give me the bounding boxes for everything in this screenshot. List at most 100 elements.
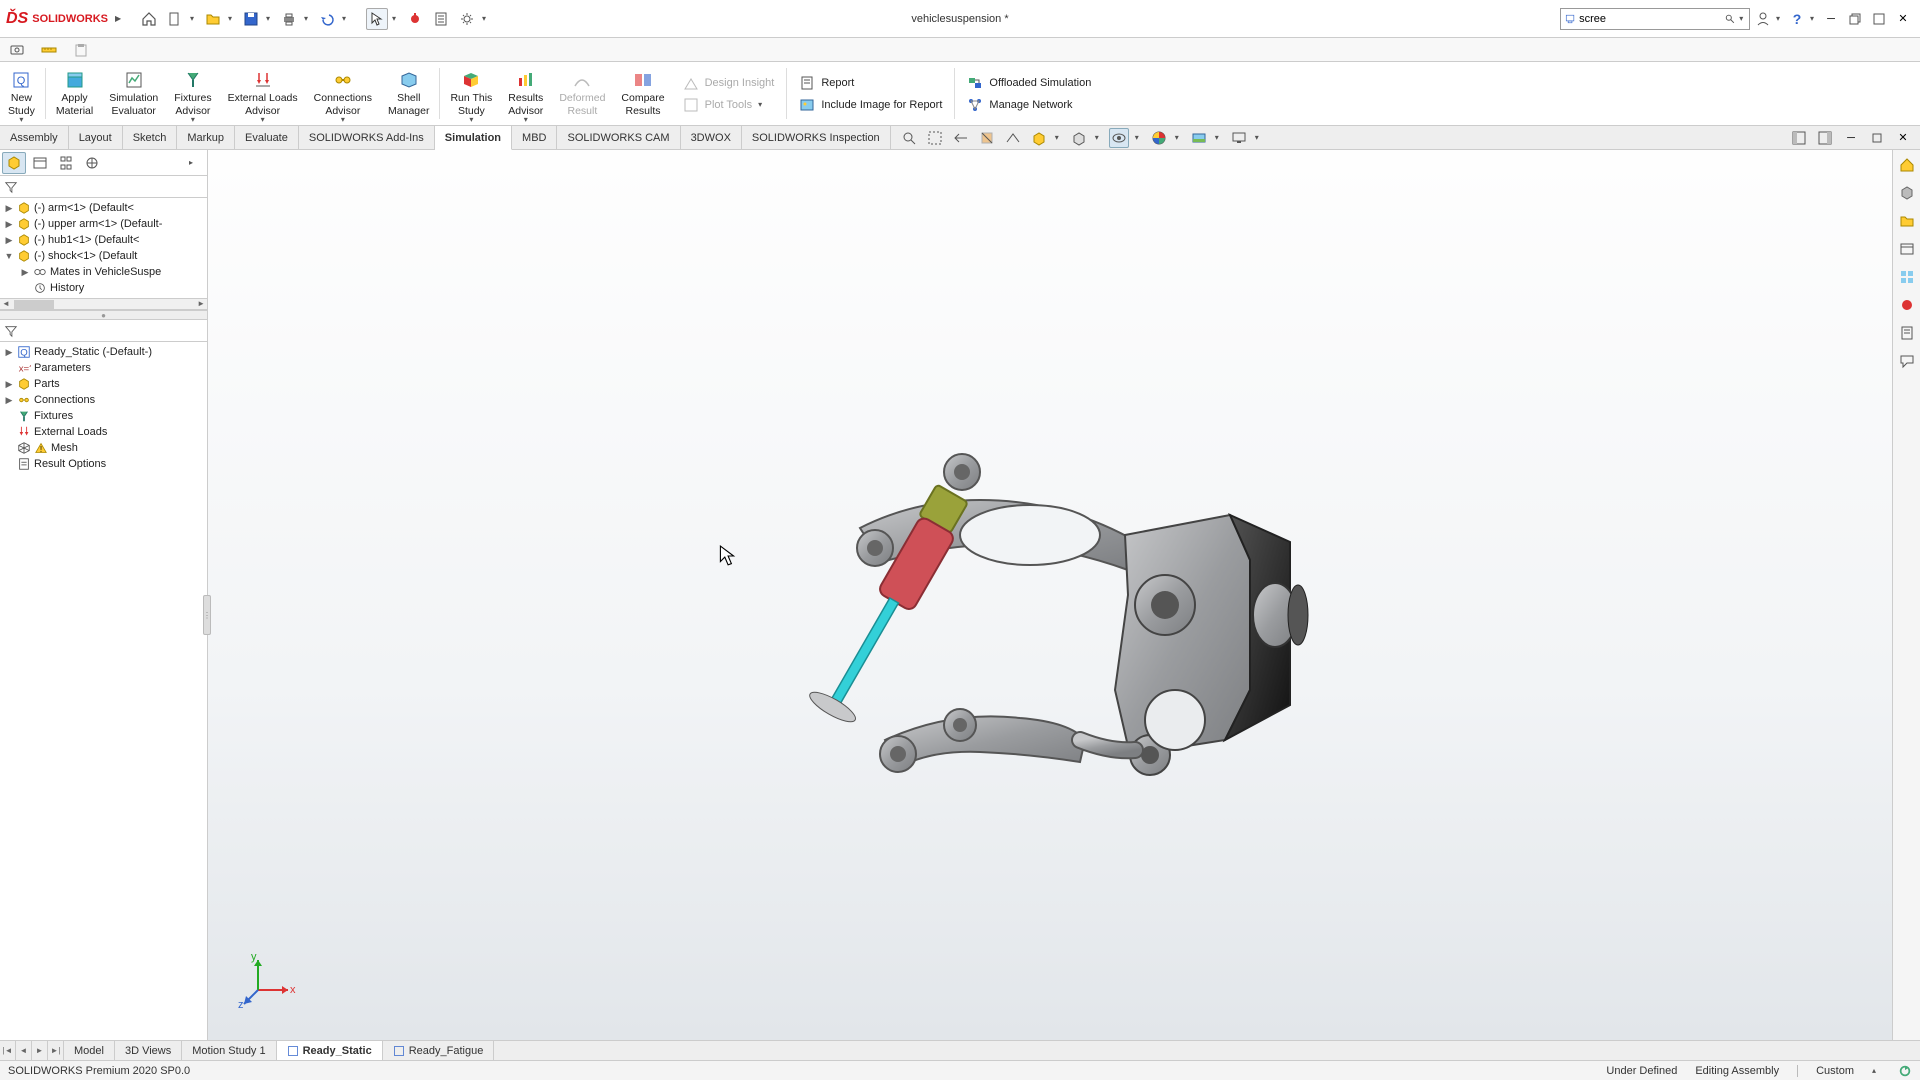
study-tree-item-2[interactable]: ▶Parts (0, 376, 207, 392)
paste-icon[interactable] (70, 39, 92, 61)
search-input[interactable] (1579, 13, 1721, 25)
tab-nav-first[interactable]: |◄ (0, 1041, 16, 1060)
study-filter[interactable] (0, 320, 207, 342)
simulation-study-tree[interactable]: ▶QReady_Static (-Default-)x=?Parameters▶… (0, 342, 207, 474)
feature-tree-item-2[interactable]: ▶(-) hub1<1> (Default< (0, 232, 207, 248)
bottom-tab-ready-static[interactable]: Ready_Static (277, 1041, 383, 1060)
tab-3dwox[interactable]: 3DWOX (681, 126, 742, 149)
bottom-tab-3d-views[interactable]: 3D Views (115, 1041, 182, 1060)
tab-markup[interactable]: Markup (177, 126, 235, 149)
status-units[interactable]: Custom (1816, 1065, 1854, 1077)
dimxpert-tab[interactable] (80, 152, 104, 174)
zoom-fit-icon[interactable] (899, 128, 919, 148)
include-image-button[interactable]: Include Image for Report (799, 97, 942, 113)
tab-solidworks-cam[interactable]: SOLIDWORKS CAM (557, 126, 680, 149)
tab-solidworks-inspection[interactable]: SOLIDWORKS Inspection (742, 126, 891, 149)
status-rebuild-icon[interactable] (1898, 1064, 1912, 1078)
tab-sketch[interactable]: Sketch (123, 126, 178, 149)
report-button[interactable]: Report (799, 75, 942, 91)
study-tree-item-0[interactable]: ▶QReady_Static (-Default-) (0, 344, 207, 360)
taskpane-appearances-icon[interactable] (1896, 294, 1918, 316)
undo-icon[interactable] (316, 8, 338, 30)
rebuild-icon[interactable] (404, 8, 426, 30)
save-icon[interactable] (240, 8, 262, 30)
new-doc-icon[interactable] (164, 8, 186, 30)
feature-tree-item-0[interactable]: ▶(-) arm<1> (Default< (0, 200, 207, 216)
display-style-icon[interactable] (1069, 128, 1089, 148)
study-tree-item-7[interactable]: Result Options (0, 456, 207, 472)
window-close[interactable]: ✕ (1892, 8, 1914, 30)
study-tree-item-1[interactable]: x=?Parameters (0, 360, 207, 376)
doc-close[interactable]: ✕ (1892, 127, 1914, 149)
select-icon[interactable] (366, 8, 388, 30)
dynamic-annotation-icon[interactable] (1003, 128, 1023, 148)
feature-filter[interactable] (0, 176, 207, 198)
measure-icon[interactable] (38, 39, 60, 61)
window-minimize[interactable]: ─ (1820, 8, 1842, 30)
tab-layout[interactable]: Layout (69, 126, 123, 149)
bottom-tab-model[interactable]: Model (64, 1041, 115, 1060)
print-icon[interactable] (278, 8, 300, 30)
doc-minimize[interactable]: ─ (1840, 127, 1862, 149)
apply-scene-icon[interactable] (1189, 128, 1209, 148)
tab-assembly[interactable]: Assembly (0, 126, 69, 149)
options-icon[interactable] (456, 8, 478, 30)
new-study-button[interactable]: Q New Study▾ (0, 62, 43, 125)
search-icon[interactable] (1725, 12, 1735, 26)
property-manager-tab[interactable] (28, 152, 52, 174)
fixtures-advisor-button[interactable]: Fixtures Advisor▾ (166, 62, 219, 125)
manage-network-button[interactable]: Manage Network (967, 97, 1091, 113)
tab-simulation[interactable]: Simulation (435, 126, 512, 150)
taskpane-view-palette-icon[interactable] (1896, 266, 1918, 288)
feature-tree-item-4[interactable]: ▶Mates in VehicleSuspe (0, 264, 207, 280)
screenshot-icon[interactable] (6, 39, 28, 61)
panel-resize-grabber[interactable]: ⋮ (203, 595, 211, 635)
config-manager-tab[interactable] (54, 152, 78, 174)
tab-nav-last[interactable]: ►| (48, 1041, 64, 1060)
feature-tree-item-3[interactable]: ▼(-) shock<1> (Default (0, 248, 207, 264)
hide-show-icon[interactable] (1109, 128, 1129, 148)
compare-results-button[interactable]: Compare Results (613, 62, 672, 125)
view-orientation-icon[interactable] (1029, 128, 1049, 148)
external-loads-advisor-button[interactable]: External Loads Advisor▾ (220, 62, 306, 125)
taskpane-file-explorer-icon[interactable] (1896, 238, 1918, 260)
feature-tree[interactable]: ▶(-) arm<1> (Default<▶(-) upper arm<1> (… (0, 198, 207, 298)
edit-appearance-icon[interactable] (1149, 128, 1169, 148)
file-properties-icon[interactable] (430, 8, 452, 30)
tree-splitter[interactable]: ● (0, 310, 207, 320)
panel-left-icon[interactable] (1788, 127, 1810, 149)
tab-solidworks-add-ins[interactable]: SOLIDWORKS Add-Ins (299, 126, 435, 149)
zoom-area-icon[interactable] (925, 128, 945, 148)
view-triad[interactable]: x y z (238, 950, 298, 1010)
run-this-study-button[interactable]: Run This Study▾ (442, 62, 500, 125)
feature-tree-item-1[interactable]: ▶(-) upper arm<1> (Default- (0, 216, 207, 232)
taskpane-resources-icon[interactable] (1896, 182, 1918, 204)
connections-advisor-button[interactable]: Connections Advisor▾ (306, 62, 380, 125)
doc-restore[interactable] (1866, 127, 1888, 149)
window-restore[interactable] (1844, 8, 1866, 30)
section-view-icon[interactable] (977, 128, 997, 148)
previous-view-icon[interactable] (951, 128, 971, 148)
shell-manager-button[interactable]: Shell Manager (380, 62, 437, 125)
help-icon[interactable]: ? (1786, 8, 1808, 30)
bottom-tab-motion-study-1[interactable]: Motion Study 1 (182, 1041, 276, 1060)
study-tree-item-5[interactable]: External Loads (0, 424, 207, 440)
feature-tree-hscroll[interactable] (0, 298, 207, 310)
tab-nav-next[interactable]: ► (32, 1041, 48, 1060)
taskpane-custom-props-icon[interactable] (1896, 322, 1918, 344)
tab-nav-prev[interactable]: ◄ (16, 1041, 32, 1060)
doc-maximize[interactable] (1868, 8, 1890, 30)
fm-tree-tab[interactable] (2, 152, 26, 174)
study-tree-item-4[interactable]: Fixtures (0, 408, 207, 424)
bottom-tab-ready-fatigue[interactable]: Ready_Fatigue (383, 1041, 495, 1060)
panel-right-icon[interactable] (1814, 127, 1836, 149)
taskpane-home-icon[interactable] (1896, 154, 1918, 176)
fm-more-tab[interactable]: ▸ (181, 152, 205, 174)
open-icon[interactable] (202, 8, 224, 30)
home-icon[interactable] (138, 8, 160, 30)
simulation-evaluator-button[interactable]: Simulation Evaluator (101, 62, 166, 125)
results-advisor-button[interactable]: Results Advisor▾ (500, 62, 551, 125)
taskpane-design-library-icon[interactable] (1896, 210, 1918, 232)
login-icon[interactable] (1752, 8, 1774, 30)
logo-dropdown[interactable]: ▶ (108, 8, 130, 30)
